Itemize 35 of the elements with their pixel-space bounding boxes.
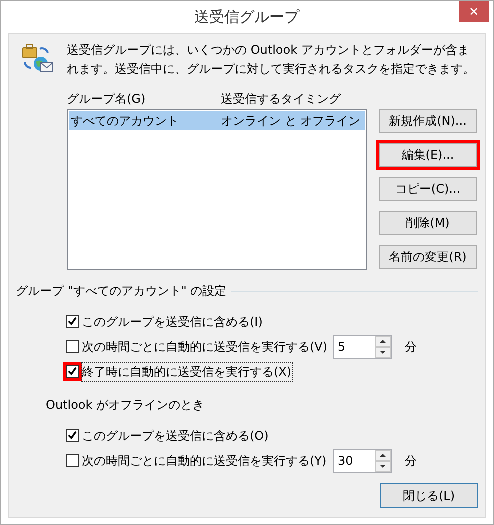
unit-label: 分 — [405, 452, 417, 470]
checkbox[interactable] — [66, 315, 79, 328]
action-button[interactable]: 削除(M) — [379, 211, 477, 235]
checkbox[interactable] — [66, 454, 79, 467]
checkbox-label[interactable]: 次の時間ごとに自動的に送受信を実行する(Y) — [82, 452, 329, 470]
window-title: 送受信グループ — [194, 6, 300, 28]
table-cell-text: すべてのアカウント — [70, 112, 180, 130]
section-title: Outlook がオフラインのとき — [45, 397, 206, 414]
close-button[interactable]: ✕ — [459, 1, 489, 22]
column-header: 送受信するタイミング — [221, 91, 342, 108]
checkbox[interactable] — [66, 340, 79, 353]
number-spinner[interactable]: 30 — [333, 448, 392, 472]
checkbox[interactable] — [66, 429, 79, 442]
spinner-value: 30 — [337, 452, 354, 470]
number-spinner[interactable]: 5 — [333, 334, 392, 358]
checkbox-label[interactable]: 次の時間ごとに自動的に送受信を実行する(V) — [82, 338, 329, 356]
action-button[interactable]: 編集(E)... — [379, 143, 477, 167]
action-button[interactable]: 新規作成(N)... — [379, 109, 477, 133]
column-header: グループ名(G) — [67, 91, 147, 108]
spinner-value: 5 — [337, 338, 346, 356]
spin-arrows-icon[interactable] — [375, 450, 391, 472]
table-cell-text: オンライン と オフライン — [221, 112, 362, 130]
action-button[interactable]: 名前の変更(R) — [379, 245, 477, 269]
checkbox[interactable] — [66, 365, 79, 378]
send-receive-icon — [21, 43, 55, 73]
section-title: グループ "すべてのアカウント" の設定 — [16, 283, 227, 300]
list-row[interactable]: すべてのアカウント オンライン と オフライン — [69, 111, 365, 130]
action-button[interactable]: コピー(C)... — [379, 177, 477, 201]
checkbox-label[interactable]: このグループを送受信に含める(O) — [82, 426, 269, 444]
close-dialog-button[interactable]: 閉じる(L) — [380, 483, 478, 508]
description-text: 送受信グループには、いくつかの Outlook アカウントとフォルダーが含まれます。送受信中に、グループに対して実行されるタスクを指定できます。 — [67, 42, 475, 78]
checkbox-label[interactable]: このグループを送受信に含める(I) — [82, 312, 263, 330]
spin-arrows-icon[interactable] — [375, 336, 391, 358]
unit-label: 分 — [405, 338, 417, 356]
checkbox-label[interactable]: 終了時に自動的に送受信を実行する(X) — [82, 362, 292, 380]
